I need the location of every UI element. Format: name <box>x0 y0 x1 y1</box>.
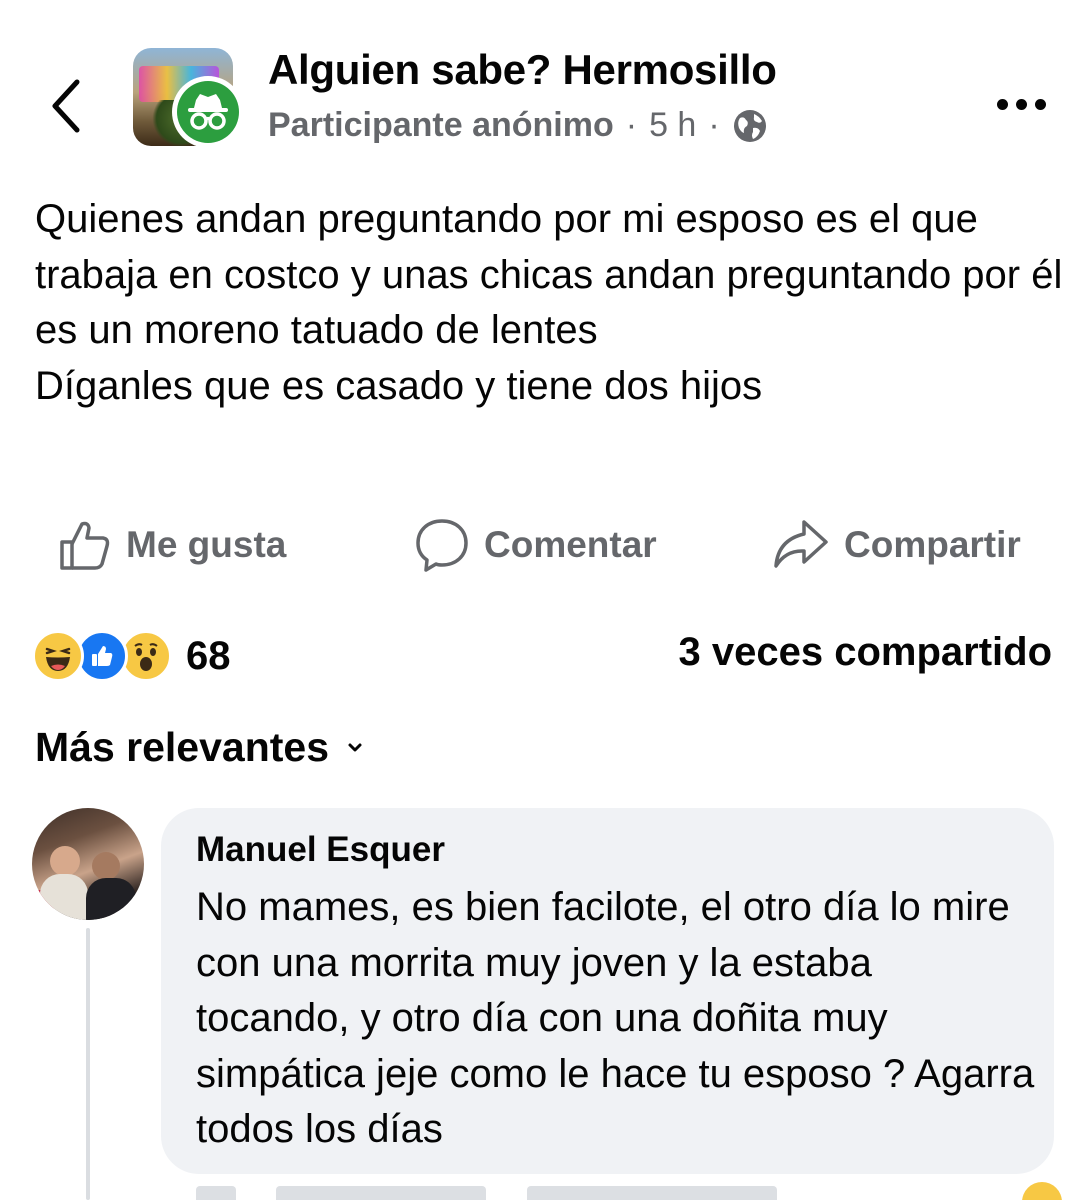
post-author[interactable]: Participante anónimo <box>268 106 614 145</box>
post-time[interactable]: 5 h <box>649 106 696 145</box>
comment-author[interactable]: Manuel Esquer <box>196 830 445 870</box>
meta-separator: · <box>708 106 720 144</box>
avatar-detail <box>40 874 88 920</box>
chevron-left-icon <box>52 79 80 133</box>
share-label: Compartir <box>844 524 1021 565</box>
comment-reaction-cutoff <box>1022 1182 1066 1200</box>
share-arrow-icon <box>774 520 828 568</box>
more-options-button[interactable] <box>988 82 1054 126</box>
avatar-detail <box>50 846 80 876</box>
more-horizontal-icon <box>996 98 1008 110</box>
comment-paragraph: No mames, es bien facilote, el otro día … <box>196 885 1035 1151</box>
comment-sort-dropdown[interactable]: Más relevantes <box>35 724 363 771</box>
commenter-avatar[interactable] <box>32 808 144 920</box>
post-meta: Participante anónimo · 5 h · <box>268 106 768 145</box>
comment-button[interactable]: Comentar <box>414 512 657 578</box>
post-paragraph: Díganles que es casado y tiene dos hijos <box>35 363 763 408</box>
comment-actions-cutoff <box>196 1186 996 1200</box>
reactions-summary[interactable]: 68 <box>32 630 231 682</box>
back-button[interactable] <box>38 70 94 142</box>
cutoff-glyph <box>526 1186 777 1200</box>
globe-icon <box>732 108 768 144</box>
group-name-link[interactable]: Alguien sabe? Hermosillo <box>268 46 777 94</box>
avatar-detail <box>86 878 136 920</box>
post-body: Quienes andan preguntando por mi esposo … <box>35 192 1065 414</box>
avatar-detail <box>92 852 120 880</box>
like-label: Me gusta <box>126 524 287 565</box>
cutoff-glyph <box>196 1186 236 1200</box>
chevron-down-icon <box>348 743 362 751</box>
comment-thread-line <box>86 928 90 1200</box>
like-button[interactable]: Me gusta <box>58 512 286 578</box>
anonymous-incognito-icon <box>188 94 228 130</box>
more-dot <box>1015 98 1027 110</box>
share-count[interactable]: 3 veces compartido <box>679 630 1053 675</box>
post-paragraph: Quienes andan preguntando por mi esposo … <box>35 197 1063 352</box>
share-button[interactable]: Compartir <box>772 512 1021 578</box>
meta-separator: · <box>625 106 638 144</box>
reaction-count: 68 <box>186 633 231 678</box>
sort-label: Más relevantes <box>35 724 330 770</box>
more-dot <box>1034 98 1046 110</box>
anonymous-badge <box>172 76 244 148</box>
comment-bubble-icon <box>416 519 468 572</box>
thumbs-up-icon <box>60 521 110 570</box>
comment-label: Comentar <box>484 524 657 565</box>
comment-text: No mames, es bien facilote, el otro día … <box>196 880 1036 1158</box>
haha-reaction-icon <box>32 630 84 682</box>
cutoff-glyph <box>276 1186 487 1200</box>
